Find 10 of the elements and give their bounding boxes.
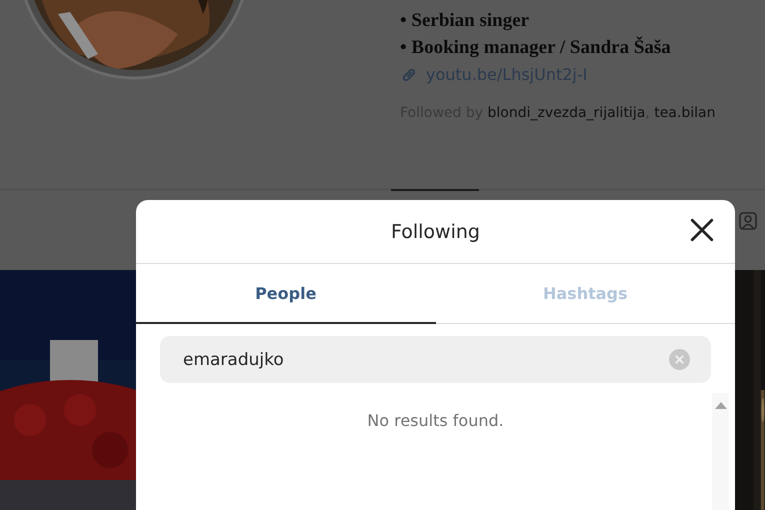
- empty-message: No results found.: [367, 411, 504, 432]
- scroll-up-icon[interactable]: [714, 401, 726, 409]
- bio-line: • Serbian singer: [400, 9, 530, 33]
- clear-icon[interactable]: [669, 349, 690, 370]
- close-icon[interactable]: [689, 217, 715, 243]
- bio-line: • Booking manager / Sandra Šaša: [400, 36, 672, 60]
- search-field[interactable]: emaradujko: [160, 336, 711, 383]
- dialog-title: Following: [391, 220, 480, 242]
- tab[interactable]: People: [136, 264, 436, 324]
- tagged-person-icon[interactable]: [738, 211, 758, 231]
